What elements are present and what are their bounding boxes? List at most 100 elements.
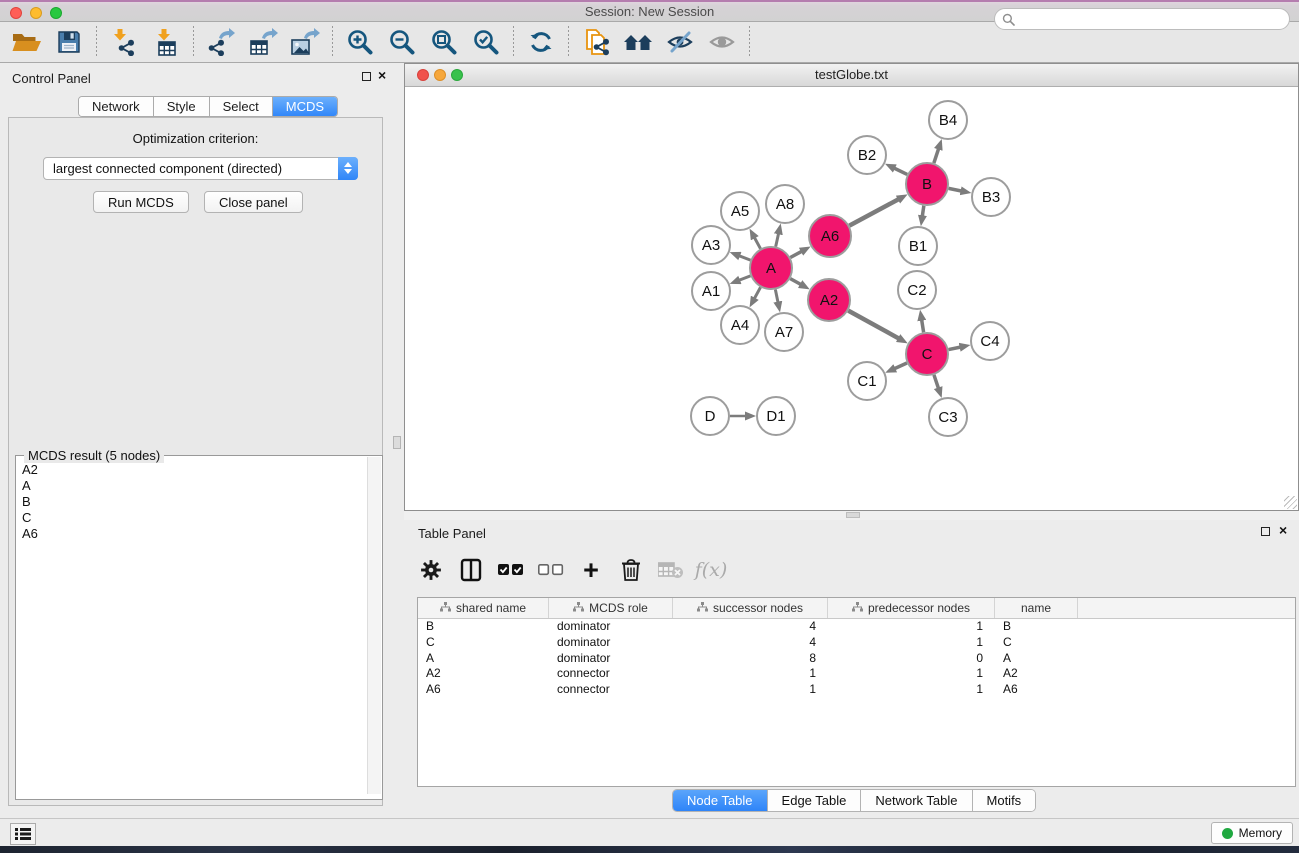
graph-edge-A2-C[interactable]	[848, 311, 900, 339]
zoom-window-button[interactable]	[50, 7, 62, 19]
table-row[interactable]: Adominator80A	[418, 651, 1295, 667]
graph-edge-C-C1[interactable]	[893, 363, 906, 369]
graph-edge-B-B2[interactable]	[893, 168, 907, 175]
hide-selected-icon[interactable]	[659, 24, 701, 60]
memory-button[interactable]: Memory	[1211, 822, 1293, 844]
table-row[interactable]: Bdominator41B	[418, 619, 1295, 635]
divider-handle[interactable]	[846, 512, 860, 518]
export-image-icon[interactable]	[284, 24, 326, 60]
tab-motifs[interactable]: Motifs	[973, 790, 1036, 811]
table-cell[interactable]: C	[995, 635, 1078, 651]
table-row[interactable]: A2connector11A2	[418, 666, 1295, 682]
import-table-icon[interactable]	[145, 24, 187, 60]
delete-column-icon[interactable]	[618, 557, 644, 583]
column-header-MCDS-role[interactable]: MCDS role	[549, 598, 673, 618]
network-window-controls[interactable]	[417, 69, 463, 81]
save-session-icon[interactable]	[48, 24, 90, 60]
criterion-dropdown[interactable]: largest connected component (directed)	[43, 157, 358, 180]
divider-handle[interactable]	[393, 436, 401, 449]
table-cell[interactable]: dominator	[549, 651, 673, 667]
graph-edge-A-A8[interactable]	[776, 232, 779, 246]
run-mcds-button[interactable]: Run MCDS	[93, 191, 189, 213]
add-column-icon[interactable]: +	[578, 557, 604, 583]
table-cell[interactable]: connector	[549, 682, 673, 698]
close-window-button[interactable]	[417, 69, 429, 81]
graph-edge-B-B1[interactable]	[922, 206, 924, 218]
table-cell[interactable]: dominator	[549, 635, 673, 651]
graph-edge-C-C3[interactable]	[934, 375, 939, 390]
zoom-window-button[interactable]	[451, 69, 463, 81]
table-cell[interactable]: 0	[828, 651, 995, 667]
export-network-icon[interactable]	[200, 24, 242, 60]
close-window-button[interactable]	[10, 7, 22, 19]
table-cell[interactable]: A	[418, 651, 549, 667]
table-cell[interactable]: 1	[828, 682, 995, 698]
result-item[interactable]: C	[17, 510, 368, 526]
minimize-window-button[interactable]	[434, 69, 446, 81]
tab-style[interactable]: Style	[154, 97, 210, 116]
table-cell[interactable]: A2	[995, 666, 1078, 682]
table-cell[interactable]: A2	[418, 666, 549, 682]
graph-edge-A-A1[interactable]	[738, 276, 750, 281]
close-panel-icon[interactable]: ×	[378, 70, 386, 80]
tab-select[interactable]: Select	[210, 97, 273, 116]
table-cell[interactable]: 4	[673, 619, 828, 635]
result-item[interactable]: A	[17, 478, 368, 494]
result-item[interactable]: A2	[17, 462, 368, 478]
graph-edge-C-C4[interactable]	[949, 347, 962, 350]
table-cell[interactable]: 4	[673, 635, 828, 651]
table-cell[interactable]: dominator	[549, 619, 673, 635]
tab-edge-table[interactable]: Edge Table	[768, 790, 862, 811]
first-neighbors-icon[interactable]	[617, 24, 659, 60]
window-resize-grip[interactable]	[1284, 496, 1297, 509]
task-history-button[interactable]	[10, 823, 36, 845]
column-visibility-icon[interactable]	[458, 557, 484, 583]
zoom-fit-icon[interactable]	[423, 24, 465, 60]
graph-edge-C-C2[interactable]	[921, 319, 923, 333]
graph-edge-A-A4[interactable]	[754, 287, 761, 299]
table-cell[interactable]: A6	[995, 682, 1078, 698]
graph-edge-A-A2[interactable]	[790, 279, 802, 285]
table-cell[interactable]: 1	[828, 619, 995, 635]
table-cell[interactable]: connector	[549, 666, 673, 682]
tab-network-table[interactable]: Network Table	[861, 790, 972, 811]
table-cell[interactable]: B	[995, 619, 1078, 635]
float-panel-icon[interactable]	[362, 72, 371, 81]
refresh-view-icon[interactable]	[520, 24, 562, 60]
table-cell[interactable]: 8	[673, 651, 828, 667]
result-scrollbar[interactable]	[367, 457, 381, 794]
column-header-successor-nodes[interactable]: successor nodes	[673, 598, 828, 618]
show-all-icon[interactable]	[701, 24, 743, 60]
select-all-rows-icon[interactable]	[498, 557, 524, 583]
graph-edge-B-B3[interactable]	[949, 188, 963, 191]
table-row[interactable]: A6connector11A6	[418, 682, 1295, 698]
column-header-shared-name[interactable]: shared name	[418, 598, 549, 618]
zoom-in-icon[interactable]	[339, 24, 381, 60]
table-row[interactable]: Cdominator41C	[418, 635, 1295, 651]
table-cell[interactable]: A	[995, 651, 1078, 667]
zoom-out-icon[interactable]	[381, 24, 423, 60]
result-item[interactable]: A6	[17, 526, 368, 542]
deselect-all-rows-icon[interactable]	[538, 557, 564, 583]
export-table-icon[interactable]	[242, 24, 284, 60]
network-window-titlebar[interactable]: testGlobe.txt	[405, 64, 1298, 87]
close-panel-button[interactable]: Close panel	[204, 191, 303, 213]
table-cell[interactable]: 1	[828, 666, 995, 682]
close-panel-icon[interactable]: ×	[1279, 525, 1287, 535]
network-graph[interactable]: B4B2BB3A8A5A6A3B1AA1C2A2A4A7C4CC1C3DD1	[405, 87, 1298, 510]
column-header-name[interactable]: name	[995, 598, 1078, 618]
table-cell[interactable]: C	[418, 635, 549, 651]
column-header-predecessor-nodes[interactable]: predecessor nodes	[828, 598, 995, 618]
vertical-split-divider[interactable]	[390, 63, 404, 818]
import-network-icon[interactable]	[103, 24, 145, 60]
graph-edge-A-A7[interactable]	[775, 290, 778, 304]
graph-edge-B-B4[interactable]	[934, 148, 939, 164]
graph-edge-A-A6[interactable]	[790, 251, 802, 258]
network-from-selection-icon[interactable]	[575, 24, 617, 60]
table-cell[interactable]: A6	[418, 682, 549, 698]
tab-network[interactable]: Network	[79, 97, 154, 116]
tab-mcds[interactable]: MCDS	[273, 97, 337, 116]
open-folder-icon[interactable]	[6, 24, 48, 60]
float-panel-icon[interactable]	[1261, 527, 1270, 536]
table-settings-icon[interactable]	[418, 557, 444, 583]
